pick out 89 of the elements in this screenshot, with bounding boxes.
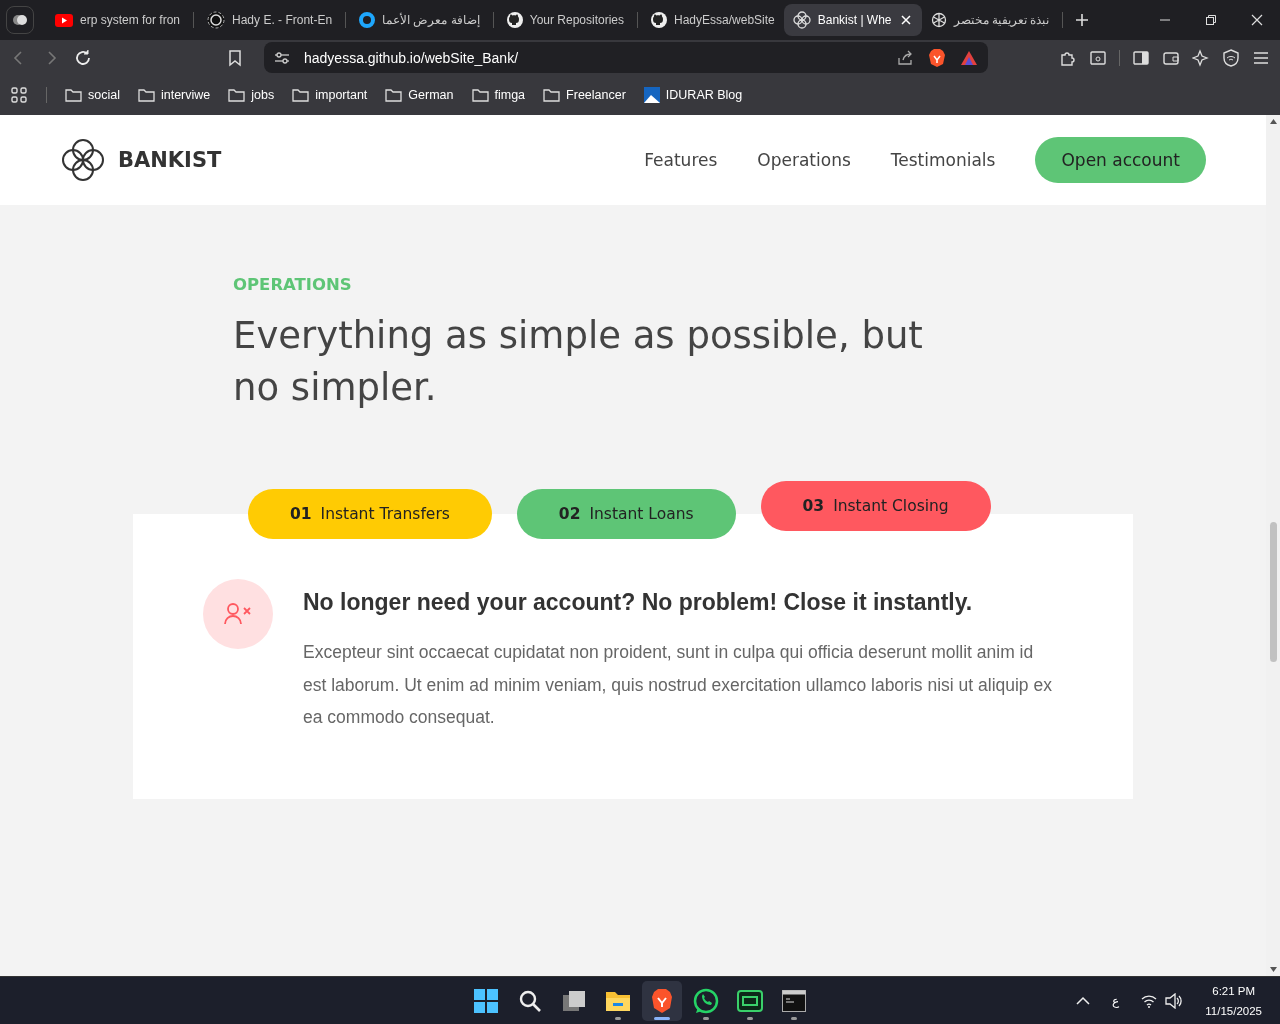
sparkle-button[interactable]: [1192, 48, 1210, 67]
bookmark-link[interactable]: IDURAR Blog: [643, 87, 743, 103]
down-arrow-icon: [1269, 967, 1277, 972]
bookmark-folder[interactable]: fimga: [471, 88, 526, 102]
sliders-icon: [274, 49, 290, 66]
folder-icon: [65, 88, 82, 102]
lion-icon: [651, 987, 673, 1014]
github-icon: [651, 12, 667, 28]
browser-tab[interactable]: erp system for fron: [46, 4, 190, 36]
nav-link[interactable]: Features: [644, 150, 718, 170]
browser-tab[interactable]: إضافة معرض الأعما: [350, 4, 489, 36]
open-account-button[interactable]: Open account: [1035, 137, 1206, 183]
content-paragraph: Excepteur sint occaecat cupidatat non proident, sunt in culpa qui officia deserunt mollit anim id est laborum. Ut enim ad minim veniam, quis nostrud exercitation ullamco laboris nisi ut aliquip ex ea commodo consequat.: [303, 641, 1053, 729]
plus-icon: [1075, 13, 1090, 27]
shield-icon: [1222, 48, 1240, 67]
search-icon: [518, 988, 542, 1013]
window-search-icon: [1089, 48, 1107, 67]
scroll-thumb[interactable]: [1269, 522, 1277, 662]
logo-text: BANKIST: [118, 148, 222, 172]
url-text: hadyessa.github.io/webSite_Bank/: [304, 49, 520, 66]
language-indicator[interactable]: ع: [1112, 993, 1120, 1008]
restore-icon: [1205, 14, 1217, 26]
close-tab-button[interactable]: [898, 15, 913, 25]
close-icon: [900, 15, 911, 25]
browser-tab[interactable]: Hady E. - Front-En: [198, 4, 342, 36]
folder-icon: [228, 88, 246, 102]
profile-button[interactable]: [6, 6, 34, 34]
windows-icon: [474, 988, 498, 1013]
sparkle-icon: [1192, 48, 1210, 67]
bookmark-folder[interactable]: Freelancer: [543, 88, 626, 102]
folder-icon: [471, 88, 489, 102]
section-label: OPERATIONS: [233, 275, 353, 294]
sidebar-button[interactable]: [1132, 48, 1150, 67]
address-bar[interactable]: hadyessa.github.io/webSite_Bank/: [264, 42, 988, 73]
folder-icon: [292, 88, 310, 102]
browser-tab[interactable]: Bankist | Whe: [783, 4, 922, 36]
nav-link[interactable]: Operations: [757, 150, 851, 170]
bookmark-folder[interactable]: social: [65, 88, 120, 102]
windows-stack-icon: [562, 988, 586, 1013]
browser-tab[interactable]: HadyEssa/webSite: [642, 4, 784, 36]
shield-button[interactable]: [1222, 48, 1240, 67]
triangle-icon: [960, 49, 978, 66]
clock[interactable]: 6:21 PM 11/15/2025: [1205, 984, 1262, 1017]
wifi-icon: [1141, 993, 1158, 1008]
new-tab-button[interactable]: [1075, 13, 1090, 27]
folder-icon: [137, 88, 155, 102]
close-icon: [1251, 14, 1263, 26]
bookmark-folder[interactable]: interviwe: [137, 88, 211, 102]
github-icon: [506, 12, 523, 28]
nav-link[interactable]: Testimonials: [890, 150, 996, 170]
flower-icon: [792, 11, 811, 29]
share-icon: [896, 48, 914, 67]
ring-icon: [359, 12, 376, 28]
reload-button[interactable]: [74, 48, 92, 67]
taskbar-app[interactable]: [642, 980, 682, 1021]
network-volume-button[interactable]: [1141, 992, 1184, 1009]
flower-logo-icon: [60, 137, 106, 183]
circles-icon: [12, 12, 28, 28]
speaker-icon: [1165, 992, 1184, 1009]
folder-icon: [543, 88, 561, 102]
browser-tab[interactable]: Your Repositories: [497, 4, 633, 36]
user-x-icon: [224, 602, 252, 626]
apps-grid-button[interactable]: [10, 86, 28, 104]
up-arrow-icon: [1269, 119, 1277, 124]
content-title: No longer need your account? No problem! Close it instantly.: [303, 589, 974, 616]
tray-overflow-button[interactable]: [1076, 995, 1091, 1006]
folder-icon: [385, 88, 403, 102]
section-heading: Everything as simple as possible, but no simpler.: [233, 313, 924, 411]
bookmark-folder[interactable]: important: [292, 88, 368, 102]
bookmark-folder[interactable]: German: [385, 88, 454, 102]
chevron-up-icon: [1076, 995, 1091, 1006]
apps-grid-icon: [10, 86, 28, 104]
lion-icon: [928, 47, 946, 68]
window-search-button[interactable]: [1089, 48, 1107, 67]
chat-phone-icon: [693, 987, 719, 1014]
bookmark-button[interactable]: [226, 48, 244, 67]
video-play-icon: [55, 13, 73, 27]
folder-icon: [605, 989, 631, 1012]
browser-tab[interactable]: نبذة تعريفية مختصر: [921, 4, 1059, 36]
operation-tab[interactable]: 01 Instant Transfers: [248, 489, 492, 539]
sidebar-icon: [1132, 48, 1150, 67]
mountain-icon: [643, 87, 660, 103]
reload-icon: [74, 48, 92, 67]
bookmark-folder[interactable]: jobs: [228, 88, 275, 102]
bookmark-icon: [226, 48, 244, 67]
console-icon: [782, 989, 806, 1012]
operation-tab[interactable]: 02 Instant Loans: [516, 489, 736, 539]
terminal-box-icon: [737, 988, 763, 1013]
operation-tab[interactable]: 03 Instant Closing: [760, 481, 991, 531]
